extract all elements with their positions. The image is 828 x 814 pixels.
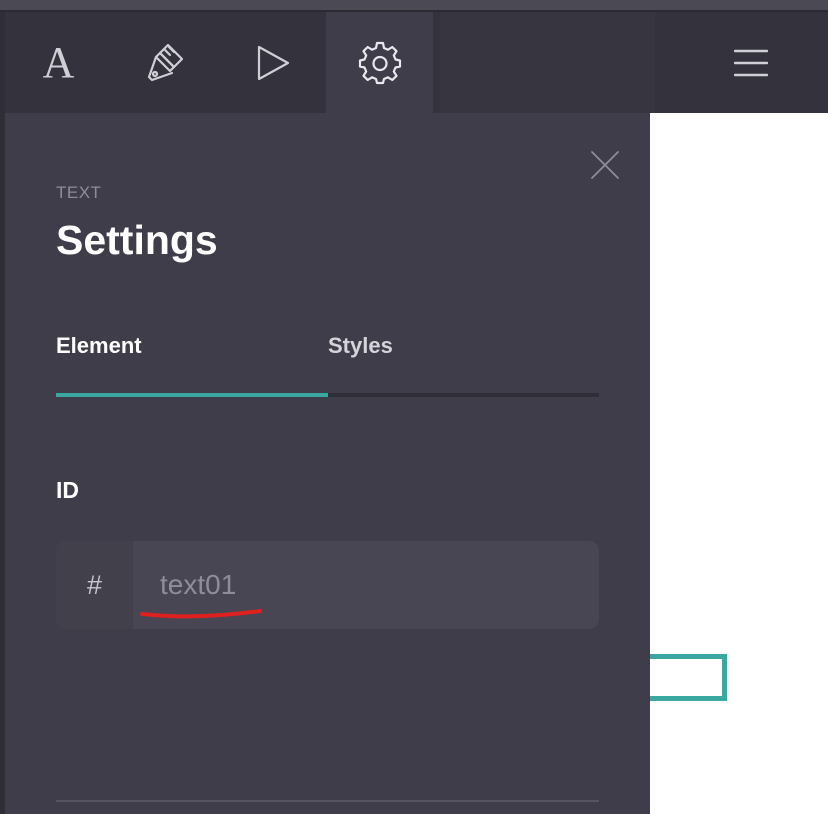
canvas-area[interactable] [650,113,828,814]
panel-eyebrow: TEXT [56,183,102,202]
editor-app: A TEXT Settings Element Styles ID # text… [0,0,828,814]
settings-panel: TEXT Settings Element Styles ID # [5,113,650,814]
font-a-icon: A [42,37,75,87]
page-title: Settings [56,217,218,263]
hamburger-menu-icon [734,49,768,76]
id-field-label: ID [56,477,79,503]
selected-element-outline[interactable] [650,654,727,701]
settings-tool-button[interactable] [326,12,433,113]
toolbar-filler [440,12,655,113]
section-divider [56,800,599,802]
tab-styles[interactable]: Styles [328,333,393,359]
id-prefix: # [56,541,133,629]
tab-element[interactable]: Element [56,333,142,359]
panel-tabs: Element Styles [56,333,599,397]
main-menu-button[interactable] [705,12,797,113]
toolbar: A [5,12,828,113]
play-icon [257,45,289,80]
paintbrush-icon [147,43,183,81]
active-tab-indicator [56,393,328,397]
close-panel-button[interactable] [589,149,621,181]
style-tool-button[interactable] [112,12,219,113]
gear-icon [358,41,401,84]
animation-tool-button[interactable] [219,12,326,113]
typography-tool-button[interactable]: A [5,12,112,113]
close-icon [591,151,619,179]
red-underline-annotation [140,609,262,619]
id-field: # [56,541,599,629]
